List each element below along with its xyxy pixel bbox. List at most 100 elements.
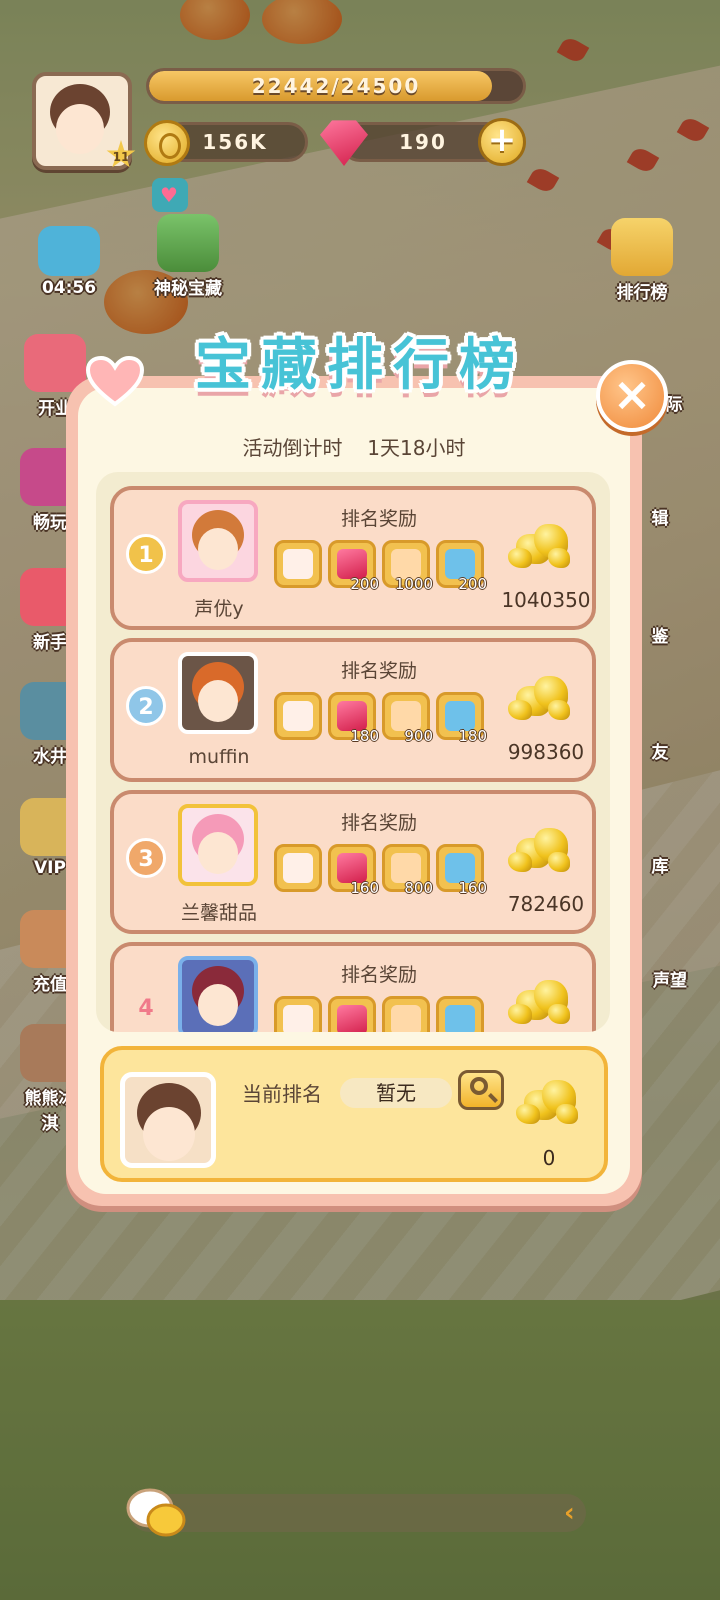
ticket-icon[interactable]: 800 — [382, 844, 433, 897]
gem-icon[interactable]: 180 — [328, 692, 379, 745]
gem-icon[interactable]: 200 — [328, 540, 379, 593]
potion-icon[interactable]: 180 — [436, 692, 487, 745]
podium-icon — [611, 218, 673, 276]
play-label: 畅玩 — [33, 513, 67, 533]
player-name: 兰馨甜品 — [180, 902, 257, 924]
rank-badge: 2 — [126, 686, 166, 726]
rank-badge: 1 — [126, 534, 166, 574]
my-rank-box: 当前排名 暂无 0 — [100, 1046, 608, 1182]
ranking-list[interactable]: 1 声优y 排名奖励 200 1000 200 1040350 2 muffin… — [96, 472, 610, 1032]
player-score: 782460 — [507, 892, 585, 916]
card-icon[interactable] — [274, 692, 322, 740]
avatar-face — [143, 1107, 195, 1161]
treasure-shovel-icon — [157, 214, 219, 272]
gem-icon[interactable] — [328, 996, 376, 1032]
reward-count: 160 — [458, 879, 487, 897]
card-icon[interactable] — [274, 540, 322, 588]
avatar-face — [198, 528, 238, 570]
countdown-label: 活动倒计时 — [242, 436, 343, 460]
right-button-3[interactable]: 辑 — [640, 504, 680, 529]
my-score: 0 — [542, 1146, 556, 1170]
gem-icon[interactable]: 160 — [328, 844, 379, 897]
gold-nugget-icon — [516, 1080, 580, 1126]
ticket-icon[interactable]: 1000 — [382, 540, 433, 593]
right-button-4[interactable]: 鉴 — [640, 622, 680, 647]
chevron-left-icon[interactable]: ‹ — [564, 1498, 575, 1528]
player-score: 1040350 — [501, 588, 591, 612]
reward-count: 180 — [458, 727, 487, 745]
player-avatar[interactable] — [178, 804, 258, 886]
video-timer-button[interactable]: 04:56 — [24, 226, 114, 298]
newbie-label: 新手 — [33, 633, 67, 653]
ranking-row[interactable]: 4 排名奖励 — [110, 942, 596, 1032]
player-name: 声优y — [194, 598, 244, 620]
add-gems-button[interactable]: + — [478, 118, 526, 166]
ranking-row[interactable]: 1 声优y 排名奖励 200 1000 200 1040350 — [110, 486, 596, 630]
card-icon[interactable] — [274, 996, 322, 1032]
reward-count: 900 — [404, 727, 433, 745]
my-rank-label: 当前排名 — [242, 1082, 322, 1106]
countdown: 活动倒计时 1天18小时 — [66, 432, 642, 461]
heart-icon[interactable]: ♥ — [152, 178, 188, 212]
magnifier-icon — [470, 1077, 488, 1095]
rank-badge: 4 — [138, 996, 154, 1021]
coin-icon — [144, 120, 190, 166]
reward-count: 200 — [350, 575, 379, 593]
my-avatar[interactable] — [120, 1072, 216, 1168]
right-label-7: 声望 — [653, 971, 687, 991]
right-label-5: 友 — [651, 743, 669, 763]
reward-title: 排名奖励 — [340, 508, 417, 530]
treasure-button[interactable]: 神秘宝藏 — [142, 214, 234, 299]
reward-count: 180 — [350, 727, 379, 745]
countdown-value: 1天18小时 — [367, 436, 466, 460]
reward-count: 160 — [350, 879, 379, 897]
reward-title: 排名奖励 — [340, 660, 417, 682]
xp-bar: 22442/24500 — [146, 68, 526, 104]
reward-title: 排名奖励 — [340, 964, 417, 986]
treasure-label: 神秘宝藏 — [154, 279, 222, 299]
gold-nugget-icon — [508, 524, 572, 570]
ranking-row[interactable]: 3 兰馨甜品 排名奖励 160 800 160 782460 — [110, 790, 596, 934]
reward-title: 排名奖励 — [340, 812, 417, 834]
my-rank-value: 暂无 — [340, 1078, 452, 1108]
card-icon[interactable] — [274, 844, 322, 892]
avatar-face — [198, 984, 238, 1026]
reward-count: 1000 — [394, 575, 433, 593]
chat-bar[interactable] — [130, 1494, 586, 1532]
leaderboard-button[interactable]: 排行榜 — [606, 218, 678, 303]
right-label-6: 库 — [651, 857, 669, 877]
avatar-face — [56, 104, 104, 154]
reward-list — [274, 996, 544, 1032]
player-avatar[interactable] — [178, 956, 258, 1032]
camera-icon — [38, 226, 100, 276]
player-name: muffin — [188, 746, 250, 768]
ticket-icon[interactable]: 900 — [382, 692, 433, 745]
player-avatar[interactable] — [178, 500, 258, 582]
potion-icon[interactable] — [436, 996, 484, 1032]
vip-label: VIP — [34, 858, 66, 878]
ticket-icon[interactable] — [382, 996, 430, 1032]
chat-bubble-icon[interactable] — [126, 1486, 188, 1540]
right-button-5[interactable]: 友 — [640, 738, 680, 763]
right-label-4: 鉴 — [651, 627, 669, 647]
close-button[interactable]: × — [596, 360, 668, 432]
right-button-6[interactable]: 库 — [640, 852, 680, 877]
timer-label: 04:56 — [41, 278, 97, 298]
search-button[interactable] — [458, 1070, 504, 1110]
right-button-7[interactable]: 声望 — [640, 966, 700, 991]
right-label-3: 辑 — [651, 509, 669, 529]
recharge-label: 充值 — [33, 975, 67, 995]
reward-count: 800 — [404, 879, 433, 897]
leaderboard-label: 排行榜 — [616, 283, 668, 303]
avatar-face — [198, 832, 238, 874]
potion-icon[interactable]: 200 — [436, 540, 487, 593]
gold-nugget-icon — [508, 980, 572, 1026]
reward-count: 200 — [458, 575, 487, 593]
avatar-face — [198, 680, 238, 722]
player-score: 998360 — [507, 740, 585, 764]
well-label: 水井 — [33, 747, 67, 767]
ranking-row[interactable]: 2 muffin 排名奖励 180 900 180 998360 — [110, 638, 596, 782]
player-avatar[interactable] — [178, 652, 258, 734]
potion-icon[interactable]: 160 — [436, 844, 487, 897]
rank-badge: 3 — [126, 838, 166, 878]
